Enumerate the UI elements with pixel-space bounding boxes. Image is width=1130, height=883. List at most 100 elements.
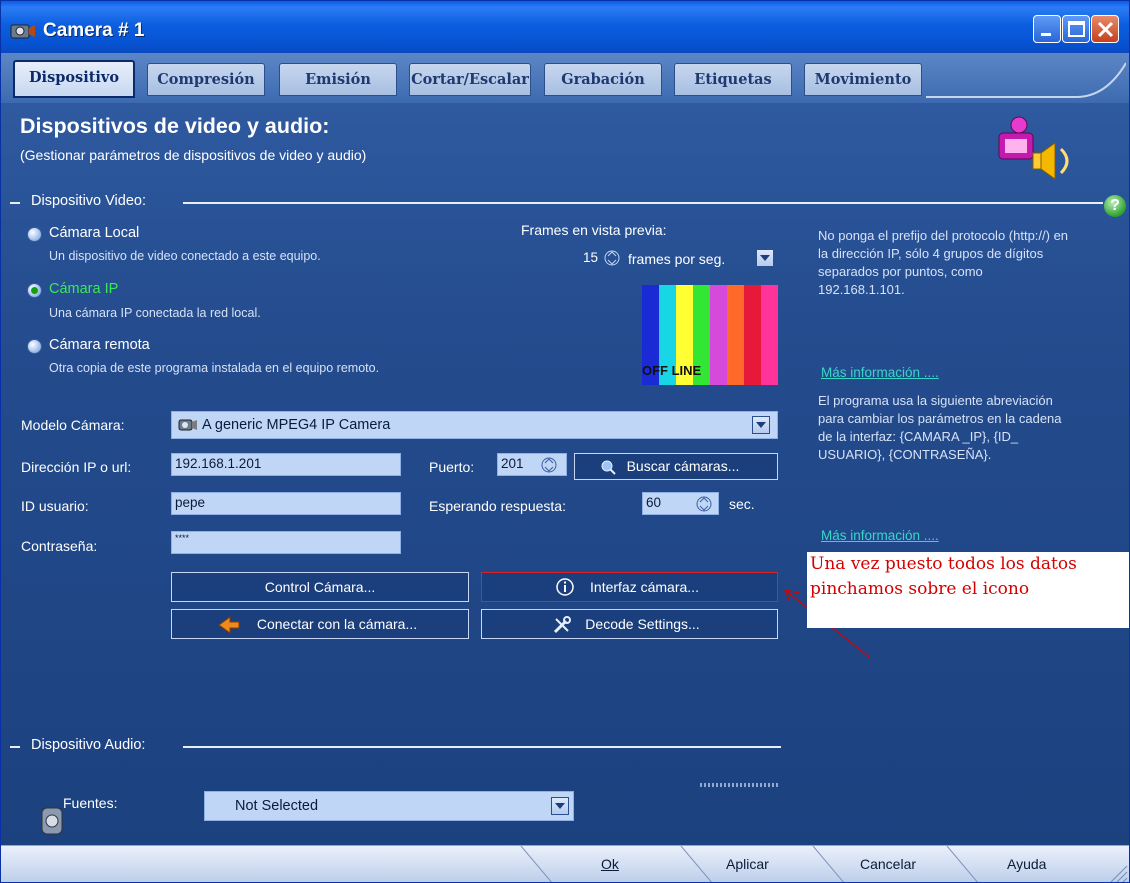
preview-frames-label: Frames en vista previa: [521, 222, 667, 238]
camera-interface-label: Interfaz cámara... [590, 579, 699, 595]
close-icon [1097, 21, 1114, 38]
wait-unit-label: sec. [729, 496, 755, 512]
camera-app-icon [10, 24, 35, 39]
tab-compresion[interactable]: Compresión [147, 63, 265, 96]
audio-sources-dropdown-button[interactable] [551, 797, 569, 815]
maximize-icon [1068, 21, 1085, 37]
help-line: El programa usa la siguiente abreviación [818, 393, 1053, 408]
tab-emision[interactable]: Emisión [279, 63, 397, 96]
chevron-down-icon [756, 422, 766, 428]
tab-strip: Dispositivo Compresión Emisión Cortar/Es… [1, 53, 1129, 103]
port-spinner-icon[interactable] [541, 456, 557, 474]
offline-preview: OFF LINE [642, 285, 778, 385]
camera-model-dropdown-button[interactable] [752, 416, 770, 434]
connect-camera-label: Conectar con la cámara... [256, 616, 418, 632]
color-bar [727, 285, 744, 385]
footer-dividers [520, 846, 1128, 882]
annotation-note: Una vez puesto todos los datos pinchamos… [807, 552, 1129, 628]
control-camera-button[interactable]: Control Cámara... [171, 572, 469, 602]
search-cameras-label: Buscar cámaras... [626, 458, 740, 474]
annotation-line-1: Una vez puesto todos los datos [810, 554, 1077, 574]
radio-camara-remota-desc: Otra copia de este programa instalada en… [49, 361, 380, 375]
maximize-button[interactable] [1062, 15, 1090, 43]
help-line: de la interfaz: {CAMARA _IP}, {ID_ [818, 429, 1019, 444]
help-text-ip: No ponga el prefijo del protocolo (http:… [818, 227, 1068, 299]
tab-dispositivo[interactable]: Dispositivo [13, 60, 135, 98]
cancel-button[interactable]: Cancelar [860, 856, 916, 872]
magnifier-icon [601, 460, 616, 475]
fps-unit-label: frames por seg. [628, 251, 726, 267]
radio-camara-local-label[interactable]: Cámara Local [49, 225, 139, 241]
more-info-link-1[interactable]: Más información .... [821, 365, 939, 380]
fps-input[interactable]: 15 [578, 248, 598, 269]
annotation-line-2: pinchamos sobre el icono [810, 579, 1030, 599]
radio-camara-local[interactable] [27, 227, 42, 242]
tools-icon [553, 616, 571, 634]
audio-section-title: Dispositivo Audio: [31, 737, 146, 753]
info-icon [556, 578, 574, 596]
chevron-down-icon [760, 255, 770, 261]
tab-grabacion[interactable]: Grabación [544, 63, 662, 96]
close-button[interactable] [1091, 15, 1119, 43]
camera-speaker-icon [998, 116, 1069, 180]
wait-spinner-icon[interactable] [696, 495, 712, 513]
camera-interface-button[interactable]: Interfaz cámara... [481, 572, 778, 602]
title-bar[interactable]: Camera # 1 [1, 1, 1129, 53]
decode-settings-button[interactable]: Decode Settings... [481, 609, 778, 639]
model-label: Modelo Cámara: [21, 417, 125, 433]
fps-spinner-icon[interactable] [604, 249, 620, 267]
search-cameras-button[interactable]: Buscar cámaras... [574, 453, 778, 480]
offline-label: OFF LINE [642, 363, 702, 378]
radio-camara-ip-label[interactable]: Cámara IP [49, 281, 118, 297]
radio-camara-remota-label[interactable]: Cámara remota [49, 337, 150, 353]
audio-section-rule-left [10, 746, 20, 748]
audio-section-rule-right [183, 746, 781, 748]
connect-camera-button[interactable]: Conectar con la cámara... [171, 609, 469, 639]
video-section-rule-left [10, 202, 20, 204]
ip-input[interactable]: 192.168.1.201 [171, 453, 401, 476]
port-label: Puerto: [429, 459, 475, 475]
camera-model-value: A generic MPEG4 IP Camera [202, 417, 391, 433]
radio-camara-local-desc: Un dispositivo de video conectado a este… [49, 249, 321, 263]
page-subtitle: (Gestionar parámetros de dispositivos de… [20, 147, 367, 163]
audio-level-meter [700, 783, 780, 787]
window-title: Camera # 1 [43, 20, 145, 41]
wait-label: Esperando respuesta: [429, 498, 566, 514]
password-input[interactable]: **** [171, 531, 401, 554]
tab-movimiento[interactable]: Movimiento [804, 63, 922, 96]
apply-button[interactable]: Aplicar [726, 856, 769, 872]
video-section-title: Dispositivo Video: [31, 193, 146, 209]
camera-window: Camera # 1 Dispositivo Compresión Emisió… [0, 0, 1130, 883]
tab-strip-flourish [926, 62, 1126, 98]
ok-button[interactable]: Ok [601, 856, 619, 872]
help-text-abbreviation: El programa usa la siguiente abreviación… [818, 392, 1062, 464]
color-bar [710, 285, 727, 385]
tab-etiquetas[interactable]: Etiquetas [674, 63, 792, 96]
ip-label: Dirección IP o url: [21, 459, 132, 475]
help-line: para cambiar los parámetros en la cadena [818, 411, 1062, 426]
help-line: la dirección IP, sólo 4 grupos de dígito… [818, 246, 1044, 261]
ip-camera-icon [178, 419, 197, 431]
fps-dropdown-button[interactable] [756, 249, 774, 267]
color-bar [744, 285, 761, 385]
camera-model-select[interactable]: A generic MPEG4 IP Camera [171, 411, 778, 439]
password-label: Contraseña: [21, 538, 98, 554]
color-bar [761, 285, 778, 385]
radio-camara-ip-desc: Una cámara IP conectada la red local. [49, 306, 261, 320]
help-line: 192.168.1.101. [818, 282, 905, 297]
help-button[interactable]: Ayuda [1007, 856, 1046, 872]
page-title: Dispositivos de video y audio: [20, 114, 330, 138]
help-icon[interactable]: ? [1104, 195, 1126, 217]
more-info-link-2[interactable]: Más información .... [821, 528, 939, 543]
radio-camara-remota[interactable] [27, 339, 42, 354]
user-input[interactable]: pepe [171, 492, 401, 515]
help-line: separados por puntos, como [818, 264, 983, 279]
audio-sources-select[interactable]: Not Selected [204, 791, 574, 821]
radio-camara-ip[interactable] [27, 283, 42, 298]
chevron-down-icon [555, 803, 565, 809]
tab-cortar-escalar[interactable]: Cortar/Escalar [409, 63, 531, 96]
user-label: ID usuario: [21, 498, 89, 514]
decode-settings-label: Decode Settings... [585, 616, 700, 632]
minimize-button[interactable] [1033, 15, 1061, 43]
help-line: No ponga el prefijo del protocolo (http:… [818, 228, 1069, 243]
